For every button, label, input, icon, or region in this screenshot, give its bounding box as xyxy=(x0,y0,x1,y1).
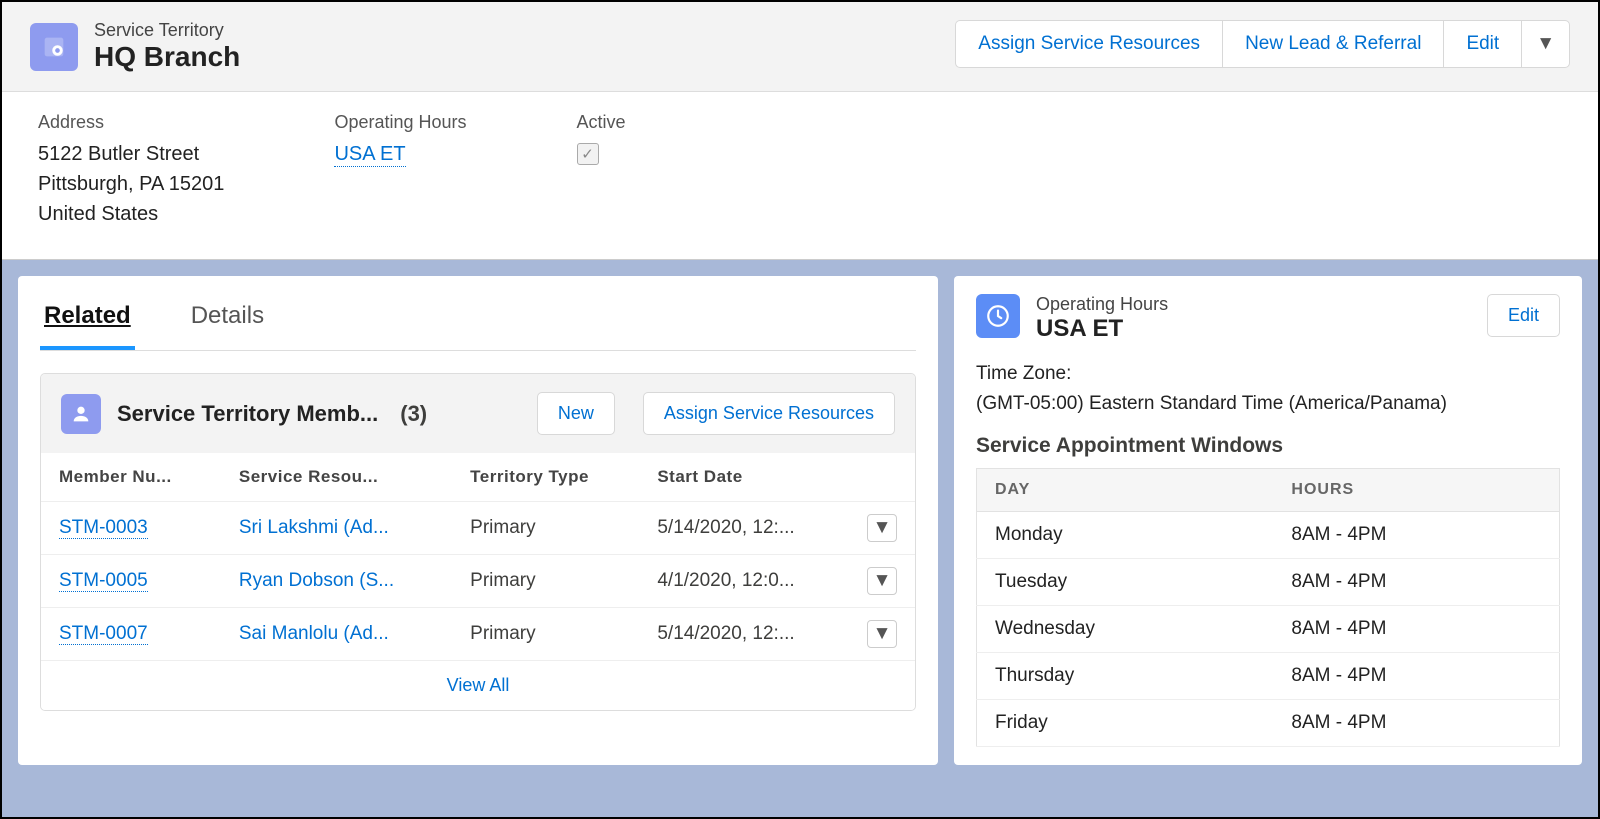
hours-table: DAY HOURS Monday8AM - 4PMTuesday8AM - 4P… xyxy=(976,468,1560,747)
hours-cell: 8AM - 4PM xyxy=(1273,652,1559,699)
highlights-panel: Address 5122 Butler Street Pittsburgh, P… xyxy=(2,92,1598,260)
table-row: Monday8AM - 4PM xyxy=(977,511,1560,558)
address-value: 5122 Butler Street Pittsburgh, PA 15201 … xyxy=(38,139,224,229)
new-member-button[interactable]: New xyxy=(537,392,615,435)
record-tabs: Related Details xyxy=(40,294,916,351)
clock-icon xyxy=(976,294,1020,338)
caret-down-icon: ▼ xyxy=(873,623,892,645)
operating-hours-link[interactable]: USA ET xyxy=(334,143,405,167)
day-cell: Wednesday xyxy=(977,605,1274,652)
col-hours: HOURS xyxy=(1273,468,1559,511)
row-actions-button[interactable]: ▼ xyxy=(867,620,897,648)
tab-related[interactable]: Related xyxy=(40,294,135,350)
service-resource-link[interactable]: Ryan Dobson (S... xyxy=(239,570,394,591)
member-number-link[interactable]: STM-0007 xyxy=(59,623,148,645)
active-checkbox: ✓ xyxy=(577,143,599,165)
related-card-title: Service Territory Memb... xyxy=(117,401,378,427)
related-card-count: (3) xyxy=(400,401,427,427)
hours-cell: 8AM - 4PM xyxy=(1273,605,1559,652)
appointment-windows-title: Service Appointment Windows xyxy=(976,434,1560,458)
col-start-date: Start Date xyxy=(639,453,849,502)
new-lead-referral-button[interactable]: New Lead & Referral xyxy=(1222,20,1443,68)
assign-resources-card-button[interactable]: Assign Service Resources xyxy=(643,392,895,435)
address-label: Address xyxy=(38,112,224,133)
address-line3: United States xyxy=(38,199,224,229)
territory-type-cell: Primary xyxy=(452,502,639,555)
row-actions-button[interactable]: ▼ xyxy=(867,514,897,542)
address-line2: Pittsburgh, PA 15201 xyxy=(38,169,224,199)
table-row: Friday8AM - 4PM xyxy=(977,699,1560,746)
day-cell: Thursday xyxy=(977,652,1274,699)
edit-button[interactable]: Edit xyxy=(1443,20,1521,68)
record-name: HQ Branch xyxy=(94,41,240,73)
hours-cell: 8AM - 4PM xyxy=(1273,558,1559,605)
caret-down-icon: ▼ xyxy=(873,570,892,592)
operating-hours-label: Operating Hours xyxy=(334,112,466,133)
members-table: Member Nu... Service Resou... Territory … xyxy=(41,453,915,661)
caret-down-icon: ▼ xyxy=(1536,33,1555,54)
tab-details[interactable]: Details xyxy=(187,294,268,350)
table-row: Wednesday8AM - 4PM xyxy=(977,605,1560,652)
operating-hours-panel: Operating Hours USA ET Edit Time Zone: (… xyxy=(954,276,1582,765)
more-actions-button[interactable]: ▼ xyxy=(1521,20,1570,68)
service-territory-icon xyxy=(30,23,78,71)
record-header: Service Territory HQ Branch Assign Servi… xyxy=(2,2,1598,92)
table-row: Thursday8AM - 4PM xyxy=(977,652,1560,699)
timezone-label: Time Zone: xyxy=(976,359,1560,389)
day-cell: Friday xyxy=(977,699,1274,746)
territory-type-cell: Primary xyxy=(452,608,639,661)
day-cell: Monday xyxy=(977,511,1274,558)
related-panel: Related Details Service Territory Memb..… xyxy=(18,276,938,765)
op-hours-object-label: Operating Hours xyxy=(1036,294,1168,315)
start-date-cell: 5/14/2020, 12:... xyxy=(639,608,849,661)
member-number-link[interactable]: STM-0005 xyxy=(59,570,148,592)
col-service-resource: Service Resou... xyxy=(221,453,452,502)
view-all-link[interactable]: View All xyxy=(41,661,915,710)
active-label: Active xyxy=(577,112,626,133)
table-row: STM-0003 Sri Lakshmi (Ad... Primary5/14/20… xyxy=(41,502,915,555)
member-number-link[interactable]: STM-0003 xyxy=(59,517,148,539)
territory-type-cell: Primary xyxy=(452,555,639,608)
service-territory-members-card: Service Territory Memb... (3) New Assign… xyxy=(40,373,916,711)
service-resource-link[interactable]: Sai Manlolu (Ad... xyxy=(239,623,389,644)
header-actions: Assign Service Resources New Lead & Refe… xyxy=(955,20,1570,68)
col-day: DAY xyxy=(977,468,1274,511)
col-territory-type: Territory Type xyxy=(452,453,639,502)
col-member-number: Member Nu... xyxy=(41,453,221,502)
assign-service-resources-button[interactable]: Assign Service Resources xyxy=(955,20,1222,68)
hours-cell: 8AM - 4PM xyxy=(1273,699,1559,746)
address-line1: 5122 Butler Street xyxy=(38,139,224,169)
op-hours-record-name: USA ET xyxy=(1036,315,1168,343)
table-row: Tuesday8AM - 4PM xyxy=(977,558,1560,605)
members-icon xyxy=(61,394,101,434)
timezone-value: (GMT-05:00) Eastern Standard Time (Ameri… xyxy=(976,389,1560,419)
caret-down-icon: ▼ xyxy=(873,517,892,539)
op-hours-edit-button[interactable]: Edit xyxy=(1487,294,1560,337)
start-date-cell: 5/14/2020, 12:... xyxy=(639,502,849,555)
row-actions-button[interactable]: ▼ xyxy=(867,567,897,595)
hours-cell: 8AM - 4PM xyxy=(1273,511,1559,558)
table-row: STM-0005 Ryan Dobson (S... Primary4/1/2020… xyxy=(41,555,915,608)
object-label: Service Territory xyxy=(94,20,240,41)
table-row: STM-0007 Sai Manlolu (Ad... Primary5/14/20… xyxy=(41,608,915,661)
start-date-cell: 4/1/2020, 12:0... xyxy=(639,555,849,608)
day-cell: Tuesday xyxy=(977,558,1274,605)
service-resource-link[interactable]: Sri Lakshmi (Ad... xyxy=(239,517,389,538)
